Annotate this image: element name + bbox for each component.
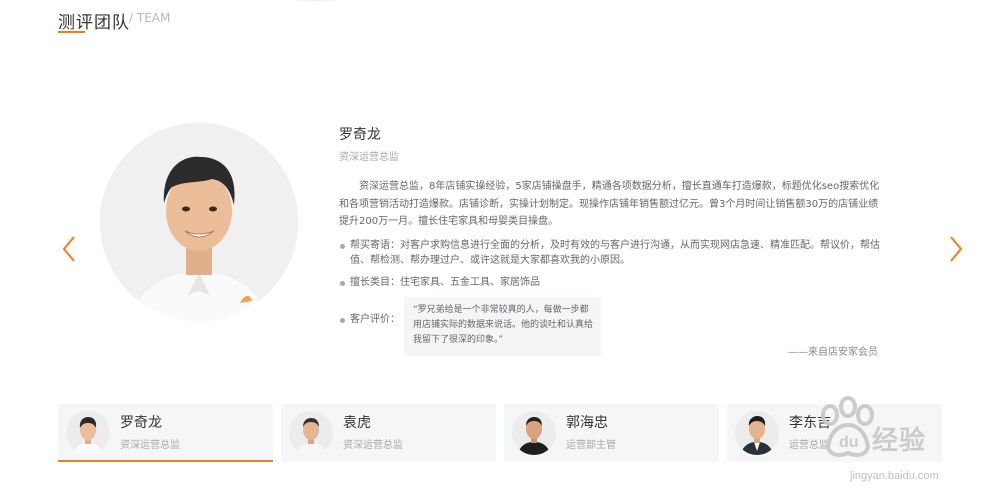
team-member-role: 运营部主管	[566, 440, 616, 451]
team-card-luo[interactable]: 罗奇龙 资深运营总监	[58, 404, 273, 462]
team-card-guo[interactable]: 郭海忠 运营部主管	[504, 404, 719, 462]
prev-button[interactable]	[57, 231, 81, 267]
quote-source: ——来自店安家会员	[788, 347, 878, 358]
customer-quote: “罗兄弟给是一个非常较真的人，每做一步都用店铺实际的数据来说话。他的谈吐和认真给…	[404, 297, 601, 356]
profile-name: 罗奇龙	[339, 127, 381, 143]
profile-description: 资深运营总监，8年店铺实操经验，5家店铺操盘手，精通各项数据分析，擅长直通车打造…	[339, 181, 880, 227]
svg-text:du: du	[839, 434, 859, 451]
bullet-help-message: 帮买寄语：对客户求购信息进行全面的分析，及时有效的与客户进行沟通，从而实现网店急…	[339, 238, 880, 268]
team-member-role: 资深运营总监	[120, 440, 180, 451]
watermark-text: 经验	[872, 426, 927, 456]
avatar	[66, 411, 110, 455]
bullet-help-text: 帮买寄语：对客户求购信息进行全面的分析，及时有效的与客户进行沟通，从而实现网店急…	[350, 240, 880, 266]
section-title: 测评团队	[58, 13, 130, 33]
title-underline	[58, 31, 85, 33]
avatar	[289, 411, 333, 455]
avatar	[512, 411, 556, 455]
watermark-url: jingyan.baidu.com	[850, 470, 939, 482]
profile-avatar	[100, 123, 298, 321]
next-button[interactable]	[944, 231, 968, 267]
decorative-blob	[256, 0, 376, 2]
bullet-review-label: 客户评价：	[350, 314, 400, 325]
team-member-role: 资深运营总监	[343, 440, 403, 451]
team-member-name: 袁虎	[343, 415, 371, 431]
section-subtitle: / TEAM	[129, 11, 171, 25]
bullet-dot	[340, 244, 345, 249]
team-card-yuan[interactable]: 袁虎 资深运营总监	[281, 404, 496, 462]
team-member-name: 罗奇龙	[120, 415, 162, 431]
bullet-dot	[340, 318, 345, 323]
bullet-category-text: 擅长类目：住宅家具、五金工具、家居饰品	[350, 277, 540, 288]
bullet-dot	[340, 281, 345, 286]
avatar	[735, 411, 779, 455]
team-member-name: 郭海忠	[566, 415, 608, 431]
bullet-category: 擅长类目：住宅家具、五金工具、家居饰品	[339, 275, 879, 291]
profile-role: 资深运营总监	[339, 152, 399, 163]
chevron-right-icon	[950, 236, 963, 262]
chevron-left-icon	[62, 236, 75, 262]
